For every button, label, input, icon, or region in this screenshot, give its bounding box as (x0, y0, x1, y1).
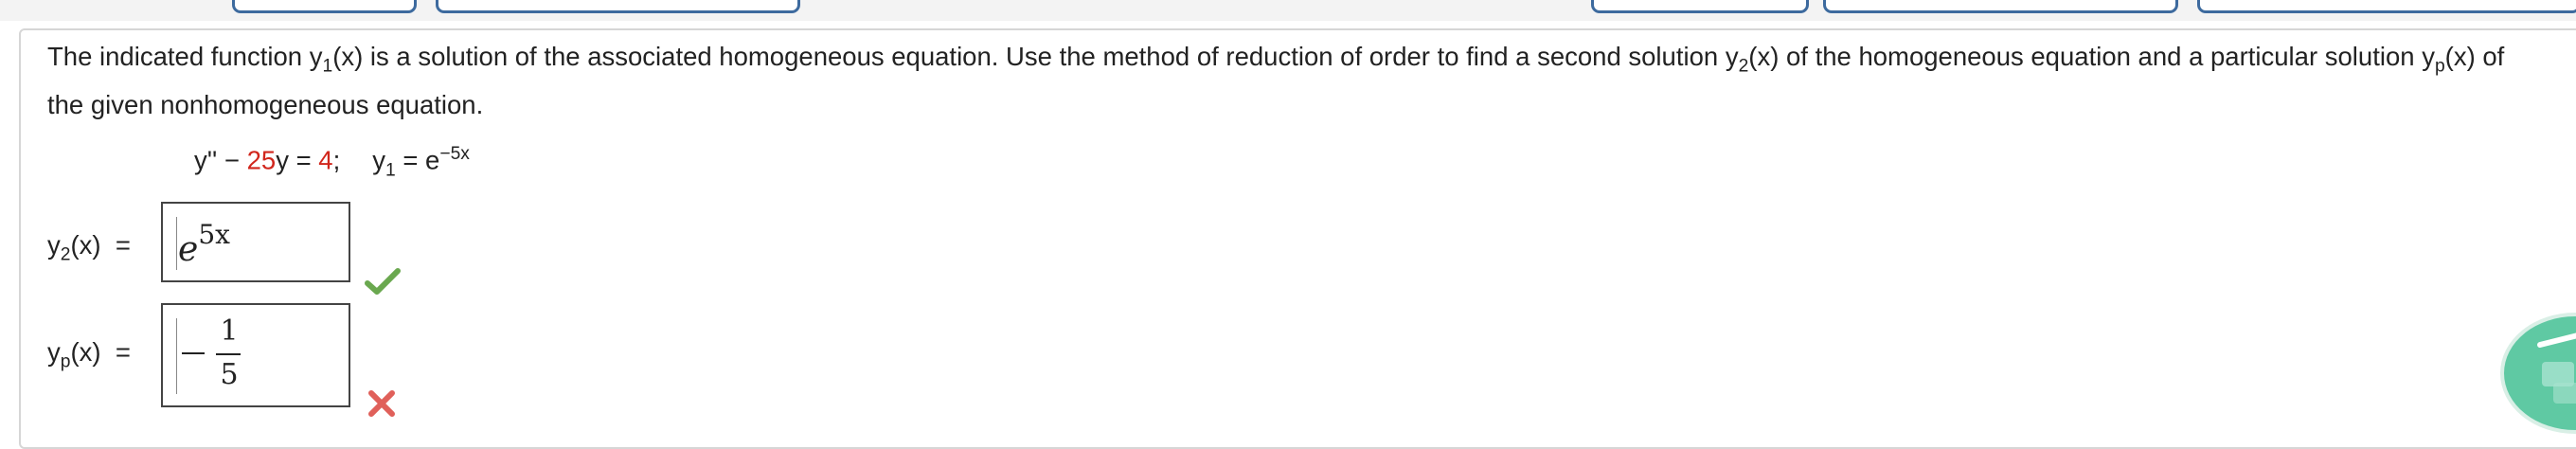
y1-symbol: y (309, 42, 323, 71)
x-mark-icon (368, 390, 395, 417)
question-text-part: (x) of the homogeneous equation and a pa… (1748, 42, 2423, 71)
equation-coefficient: 25 (246, 145, 277, 175)
y2-answer-input[interactable]: e5x (161, 202, 350, 282)
y2-subscript: 2 (1738, 56, 1749, 77)
given-y1-exponent: −5x (439, 144, 470, 164)
yp-answer-input[interactable]: − 1 5 (161, 303, 350, 407)
yp-answer-sign (182, 352, 205, 354)
given-equation: y'' − 25y = 4; y1 = e−5x (194, 144, 470, 181)
given-y1-symbol: y (372, 145, 385, 175)
yp-symbol: y (2422, 42, 2435, 71)
toolbar-button-3[interactable] (1591, 0, 1809, 13)
y2-label-symbol: y (47, 230, 61, 260)
y2-label-equals: (x) = (70, 230, 131, 260)
y2-answer-base: e (178, 230, 199, 269)
text-cursor (176, 217, 177, 270)
equation-equals: = (288, 145, 319, 175)
check-icon (365, 268, 401, 295)
y2-answer-math: e5x (178, 219, 230, 269)
y1-subscript: 1 (322, 56, 333, 77)
equation-variable: y (276, 145, 289, 175)
top-toolbar-strip (0, 0, 2576, 21)
fraction-bar (216, 353, 241, 355)
given-y1-equals: = (395, 145, 426, 175)
question-text-part: The indicated function (47, 42, 310, 71)
toolbar-button-5[interactable] (2197, 0, 2576, 13)
toolbar-button-1[interactable] (232, 0, 417, 13)
y2-label: y2(x) = (47, 230, 131, 266)
y2-label-subscript: 2 (60, 244, 71, 265)
toolbar-button-2[interactable] (436, 0, 800, 13)
toolbar-button-4[interactable] (1823, 0, 2178, 13)
text-cursor (176, 318, 177, 394)
question-text-part: (x) is a solution of the associated homo… (332, 42, 1726, 71)
given-y1-base: e (425, 145, 440, 175)
yp-answer-denominator: 5 (220, 358, 239, 391)
equation-rhs: 4 (318, 145, 333, 175)
y2-answer-exponent: 5x (198, 219, 230, 250)
yp-answer-numerator: 1 (220, 314, 239, 348)
yp-label-equals: (x) = (70, 337, 131, 367)
yp-subscript: p (2434, 56, 2445, 77)
yp-label: yp(x) = (47, 337, 131, 373)
y2-symbol: y (1725, 42, 1739, 71)
help-bubble-icon[interactable] (2500, 313, 2576, 434)
given-y1-subscript: 1 (385, 160, 396, 181)
equation-lhs: y'' − (194, 145, 247, 175)
question-text: The indicated function y1(x) is a soluti… (47, 38, 2538, 124)
help-glyph-icon (2537, 332, 2576, 404)
yp-label-symbol: y (47, 337, 61, 367)
yp-label-subscript: p (60, 351, 71, 372)
equation-separator: ; (332, 145, 341, 175)
